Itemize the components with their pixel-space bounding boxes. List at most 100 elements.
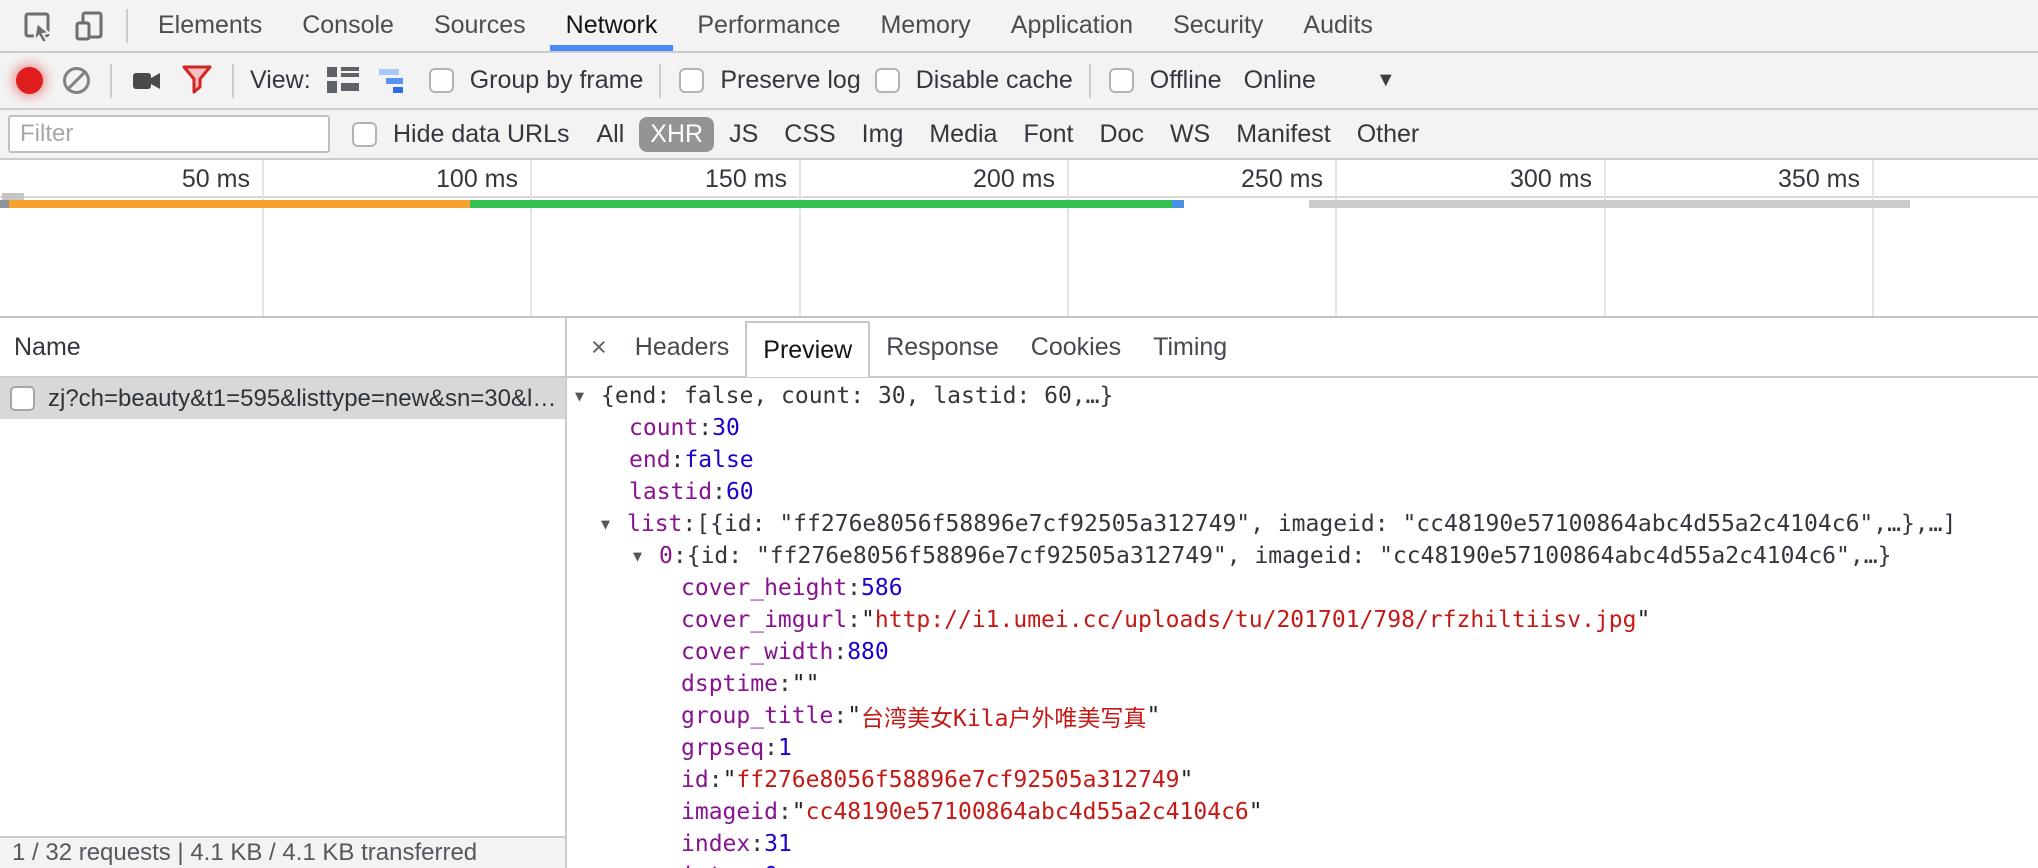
show-overview-toggle[interactable] <box>379 68 411 94</box>
filter-toggle-button[interactable] <box>182 65 212 96</box>
device-toolbar-icon[interactable] <box>64 0 116 51</box>
preview-tree-row[interactable]: ▼{end: false, count: 30, lastid: 60,…} <box>567 380 2038 412</box>
tab-audits[interactable]: Audits <box>1283 0 1392 51</box>
preview-tree-row[interactable]: istop: 0 <box>567 860 2038 868</box>
preserve-log-label: Preserve log <box>720 66 860 95</box>
token-key: list <box>627 511 682 537</box>
filter-type-font[interactable]: Font <box>1012 117 1084 152</box>
close-icon[interactable]: × <box>579 332 619 363</box>
funnel-icon <box>182 65 212 96</box>
tab-console[interactable]: Console <box>282 0 414 51</box>
preview-tree-row[interactable]: ▼list: [{id: "ff276e8056f58896e7cf92505a… <box>567 508 2038 540</box>
request-list-pane: zj?ch=beauty&t1=595&listtype=new&sn=30&l… <box>0 378 567 868</box>
filter-type-js[interactable]: JS <box>718 117 769 152</box>
detail-tab-cookies[interactable]: Cookies <box>1015 318 1137 376</box>
disable-cache-checkbox[interactable] <box>875 68 900 93</box>
detail-tab-response[interactable]: Response <box>870 318 1015 376</box>
preview-tree-row[interactable]: grpseq: 1 <box>567 732 2038 764</box>
preview-tree-row[interactable]: cover_imgurl: "http://i1.umei.cc/uploads… <box>567 604 2038 636</box>
expand-arrow-icon[interactable]: ▼ <box>601 515 627 533</box>
detail-tab-preview[interactable]: Preview <box>745 321 870 377</box>
clear-icon <box>63 67 90 94</box>
filter-type-ws[interactable]: WS <box>1159 117 1221 152</box>
token-num: 586 <box>861 575 903 601</box>
preview-tree-row[interactable]: cover_height: 586 <box>567 572 2038 604</box>
hide-data-urls-label: Hide data URLs <box>393 120 569 149</box>
disable-cache-label: Disable cache <box>916 66 1073 95</box>
overview-bar-blue-tip <box>1172 200 1184 208</box>
preview-tree-row[interactable]: ▼0: {id: "ff276e8056f58896e7cf92505a3127… <box>567 540 2038 572</box>
token-key: count <box>629 415 698 441</box>
large-rows-icon <box>327 67 359 94</box>
token-sep: : <box>673 543 687 569</box>
token-str: cc48190e57100864abc4d55a2c4104c6 <box>806 799 1249 825</box>
filter-type-media[interactable]: Media <box>918 117 1008 152</box>
preview-tree-row[interactable]: id: "ff276e8056f58896e7cf92505a312749" <box>567 764 2038 796</box>
capture-screenshots-button[interactable] <box>132 68 162 94</box>
chevron-down-icon[interactable]: ▼ <box>1376 69 1396 92</box>
preview-tree-row[interactable]: end: false <box>567 444 2038 476</box>
filter-bar: Hide data URLs AllXHRJSCSSImgMediaFontDo… <box>0 110 2038 160</box>
group-by-frame-checkbox[interactable] <box>429 68 454 93</box>
filter-type-img[interactable]: Img <box>851 117 915 152</box>
tab-memory[interactable]: Memory <box>860 0 990 51</box>
offline-checkbox[interactable] <box>1109 68 1134 93</box>
token-key: istop <box>681 863 750 868</box>
preview-tree-row[interactable]: group_title: "台湾美女Kila户外唯美写真" <box>567 700 2038 732</box>
overview-tick-label: 200 ms <box>855 165 1055 194</box>
preview-tree-row[interactable]: lastid: 60 <box>567 476 2038 508</box>
filter-type-other[interactable]: Other <box>1346 117 1431 152</box>
overview-tick-label: 300 ms <box>1392 165 1592 194</box>
filter-type-manifest[interactable]: Manifest <box>1225 117 1341 152</box>
inspect-element-icon[interactable] <box>12 0 64 51</box>
detail-tab-timing[interactable]: Timing <box>1137 318 1243 376</box>
throttling-value[interactable]: Online <box>1244 66 1316 95</box>
group-by-frame-label: Group by frame <box>470 66 644 95</box>
filter-type-doc[interactable]: Doc <box>1088 117 1154 152</box>
filter-type-xhr[interactable]: XHR <box>639 117 714 152</box>
token-q: " <box>723 767 737 793</box>
request-list: zj?ch=beauty&t1=595&listtype=new&sn=30&l… <box>0 378 565 419</box>
detail-tab-bar: × HeadersPreviewResponseCookiesTiming <box>567 318 2038 376</box>
summary-bar: 1 / 32 requests | 4.1 KB / 4.1 KB transf… <box>0 836 565 868</box>
token-sep: : <box>833 703 847 729</box>
tab-application[interactable]: Application <box>991 0 1153 51</box>
preview-tree-row[interactable]: count: 30 <box>567 412 2038 444</box>
tab-sources[interactable]: Sources <box>414 0 546 51</box>
filter-input[interactable] <box>8 115 330 153</box>
token-sep: : <box>712 479 726 505</box>
clear-button[interactable] <box>63 67 90 94</box>
token-str: ff276e8056f58896e7cf92505a312749 <box>736 767 1179 793</box>
preview-tree-row[interactable]: dsptime: "" <box>567 668 2038 700</box>
preview-tree-row[interactable]: cover_width: 880 <box>567 636 2038 668</box>
overview-gridline <box>1335 160 1337 316</box>
detail-tab-headers[interactable]: Headers <box>619 318 746 376</box>
tab-security[interactable]: Security <box>1153 0 1283 51</box>
hide-data-urls-checkbox[interactable] <box>352 122 377 147</box>
request-row[interactable]: zj?ch=beauty&t1=595&listtype=new&sn=30&l… <box>0 378 565 419</box>
token-obj: {id: "ff276e8056f58896e7cf92505a312749",… <box>687 543 1892 569</box>
token-obj: [{id: "ff276e8056f58896e7cf92505a312749"… <box>696 511 1956 537</box>
token-key: index <box>681 831 750 857</box>
tab-elements[interactable]: Elements <box>138 0 282 51</box>
token-str: 台湾美女Kila户外唯美写真 <box>861 699 1146 733</box>
divider <box>110 64 112 98</box>
timeline-overview[interactable]: 50 ms100 ms150 ms200 ms250 ms300 ms350 m… <box>0 160 2038 318</box>
filter-type-all[interactable]: All <box>585 117 635 152</box>
token-key: cover_imgurl <box>681 607 847 633</box>
name-column-header[interactable]: Name <box>0 318 567 376</box>
tab-network[interactable]: Network <box>546 0 678 51</box>
overview-tick-label: 50 ms <box>50 165 250 194</box>
large-rows-toggle[interactable] <box>327 67 359 94</box>
preview-tree-row[interactable]: imageid: "cc48190e57100864abc4d55a2c4104… <box>567 796 2038 828</box>
filter-type-css[interactable]: CSS <box>773 117 846 152</box>
tab-performance[interactable]: Performance <box>677 0 860 51</box>
preview-tree-row[interactable]: index: 31 <box>567 828 2038 860</box>
preserve-log-checkbox[interactable] <box>679 68 704 93</box>
token-sep: : <box>750 863 764 868</box>
expand-arrow-icon[interactable]: ▼ <box>575 387 601 405</box>
resource-type-icon <box>10 386 35 411</box>
expand-arrow-icon[interactable]: ▼ <box>633 547 659 565</box>
record-button[interactable] <box>10 67 43 94</box>
ruler-line <box>0 196 2038 198</box>
